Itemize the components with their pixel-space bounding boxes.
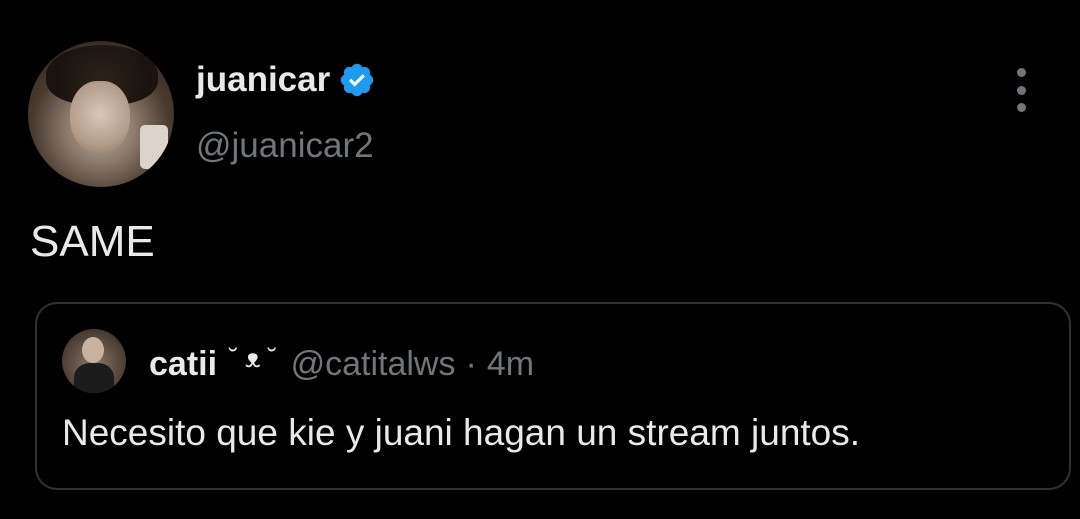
quoted-author-handle[interactable]: @catitalws <box>291 342 456 386</box>
quoted-tweet-text: Necesito que kie y juani hagan un stream… <box>62 412 861 453</box>
avatar-face-shape <box>70 81 130 155</box>
quoted-author-name[interactable]: catii <box>149 342 217 386</box>
author-avatar[interactable] <box>28 41 174 187</box>
author-display-name[interactable]: juanicar <box>196 56 376 104</box>
quoted-avatar-face-shape <box>82 337 104 363</box>
quoted-tweet[interactable]: catii ˘ ᴥ ˘ @catitalws · 4m Necesito que… <box>35 302 1071 490</box>
more-dot <box>1016 68 1026 77</box>
verified-badge-icon <box>341 63 374 97</box>
tweet-text: SAME <box>30 217 155 266</box>
avatar-phone-shape <box>140 125 168 169</box>
more-dot <box>1016 103 1026 112</box>
quoted-separator: · <box>465 345 477 383</box>
author-name-text: juanicar <box>196 60 331 99</box>
quoted-author-emoji: ˘ ᴥ ˘ <box>229 343 277 373</box>
author-handle[interactable]: @juanicar2 <box>196 124 374 168</box>
quoted-avatar-body-shape <box>74 363 114 393</box>
quoted-author-avatar[interactable] <box>62 329 126 393</box>
more-options-icon[interactable] <box>1006 68 1036 112</box>
quoted-tweet-header: catii ˘ ᴥ ˘ @catitalws · 4m <box>149 342 534 388</box>
more-dot <box>1016 85 1026 95</box>
quoted-timestamp[interactable]: 4m <box>487 342 534 386</box>
